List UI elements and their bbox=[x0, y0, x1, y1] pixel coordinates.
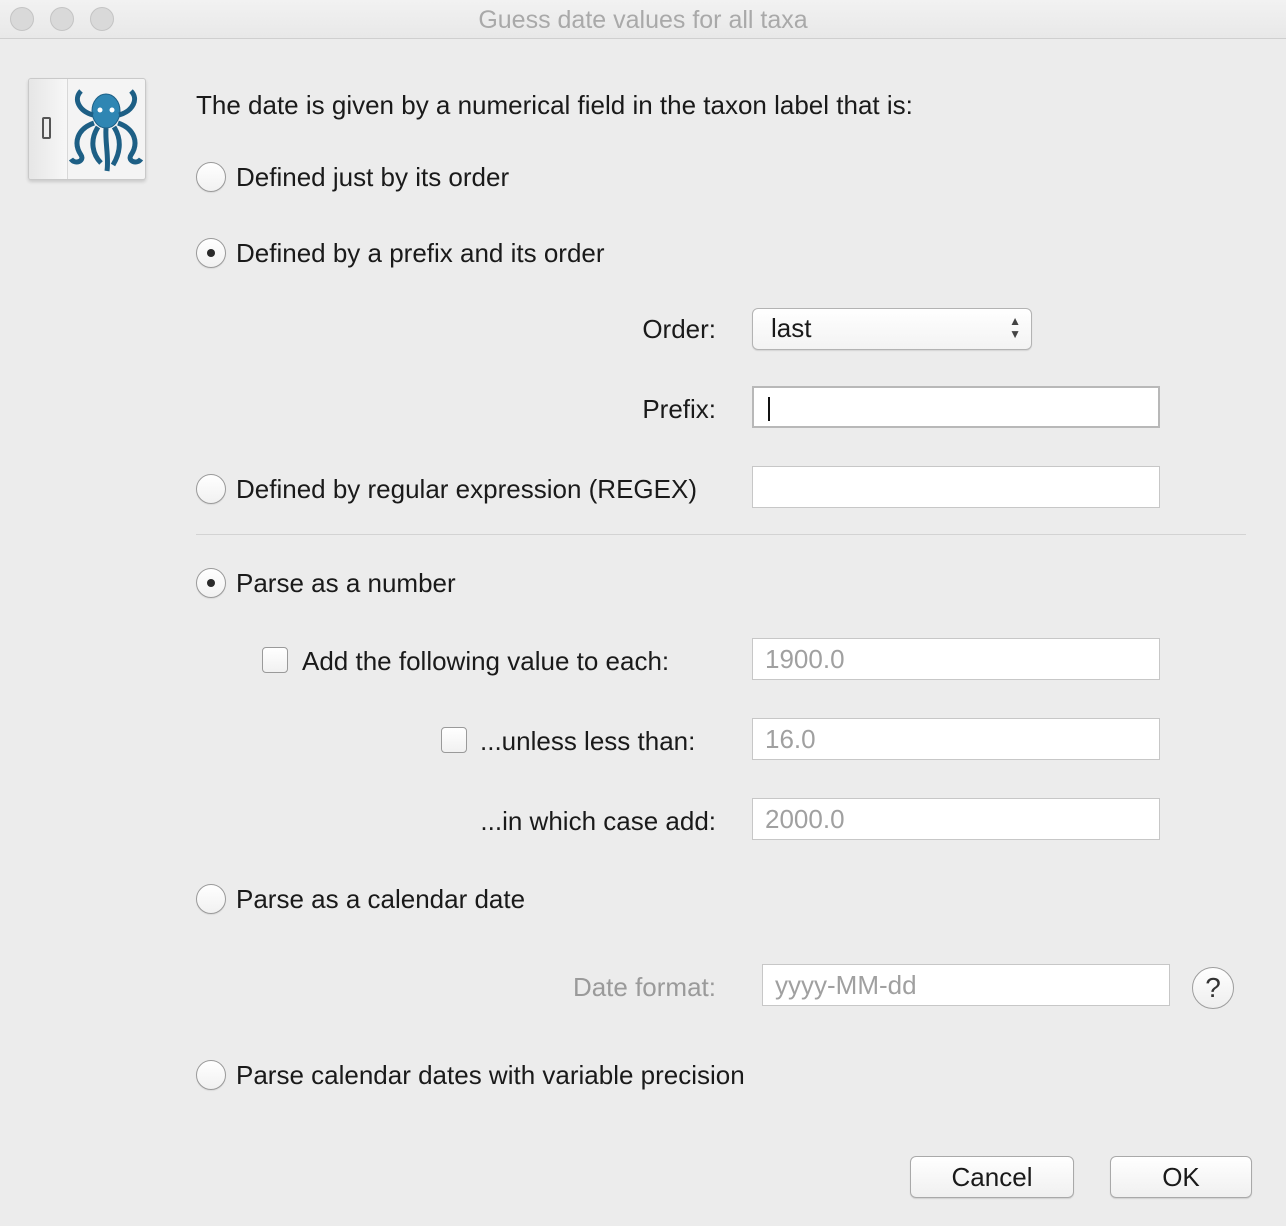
unless-input[interactable]: 16.0 bbox=[752, 718, 1160, 760]
unless-label[interactable]: ...unless less than: bbox=[480, 726, 695, 756]
regex-label[interactable]: Defined by regular expression (REGEX) bbox=[236, 474, 697, 504]
title-bar: Guess date values for all taxa bbox=[0, 0, 1286, 39]
add-value-input[interactable]: 1900.0 bbox=[752, 638, 1160, 680]
order-select-value: last bbox=[771, 313, 812, 343]
parse-calendar-label[interactable]: Parse as a calendar date bbox=[236, 884, 525, 914]
case-add-input[interactable]: 2000.0 bbox=[752, 798, 1160, 840]
updown-arrows-icon: ▲ ▼ bbox=[1009, 314, 1021, 341]
help-button[interactable]: ? bbox=[1192, 967, 1234, 1009]
order-select[interactable]: last ▲ ▼ bbox=[752, 308, 1032, 350]
order-only-label[interactable]: Defined just by its order bbox=[236, 162, 509, 192]
radio-variable-precision[interactable] bbox=[196, 1060, 226, 1090]
prefix-order-label[interactable]: Defined by a prefix and its order bbox=[236, 238, 605, 268]
date-format-label: Date format: bbox=[572, 972, 716, 1002]
variable-precision-label[interactable]: Parse calendar dates with variable preci… bbox=[236, 1060, 745, 1090]
intro-text: The date is given by a numerical field i… bbox=[196, 90, 913, 120]
window-title: Guess date values for all taxa bbox=[478, 6, 808, 34]
case-add-label: ...in which case add: bbox=[480, 806, 716, 836]
regex-input[interactable] bbox=[752, 466, 1160, 508]
separator bbox=[196, 534, 1246, 535]
parse-number-label[interactable]: Parse as a number bbox=[236, 568, 456, 598]
radio-prefix-order[interactable] bbox=[196, 238, 226, 268]
ok-button[interactable]: OK bbox=[1110, 1156, 1252, 1198]
question-icon: ? bbox=[1205, 972, 1221, 1003]
radio-order-only[interactable] bbox=[196, 162, 226, 192]
prefix-label: Prefix: bbox=[642, 394, 716, 424]
order-label: Order: bbox=[642, 314, 716, 344]
add-value-label[interactable]: Add the following value to each: bbox=[302, 646, 669, 676]
prefix-input[interactable] bbox=[752, 386, 1160, 428]
radio-regex[interactable] bbox=[196, 474, 226, 504]
unless-checkbox[interactable] bbox=[441, 727, 467, 753]
add-value-checkbox[interactable] bbox=[262, 647, 288, 673]
date-format-input[interactable]: yyyy-MM-dd bbox=[762, 964, 1170, 1006]
cancel-button[interactable]: Cancel bbox=[910, 1156, 1074, 1198]
text-caret bbox=[768, 397, 770, 421]
radio-parse-number[interactable] bbox=[196, 568, 226, 598]
octopus-app-icon bbox=[28, 78, 146, 180]
radio-parse-calendar[interactable] bbox=[196, 884, 226, 914]
